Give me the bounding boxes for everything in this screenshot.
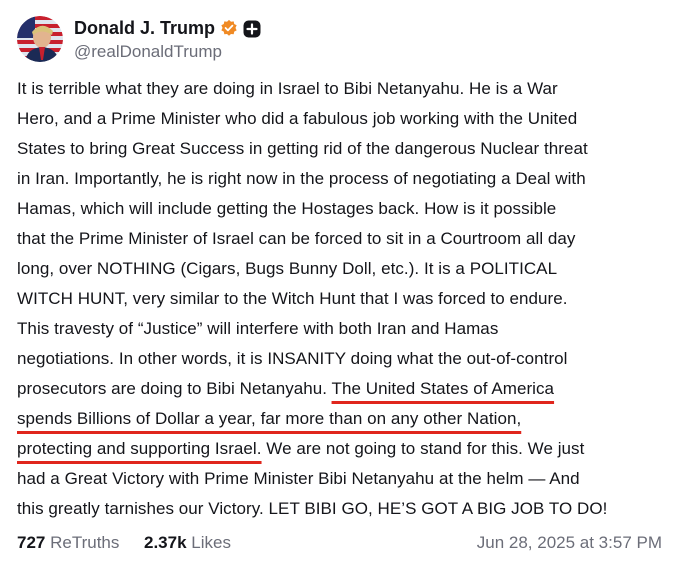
likes-count: 2.37k [144, 533, 187, 552]
verified-badge-icon [220, 19, 238, 37]
plus-badge-icon [243, 20, 261, 37]
post-body: It is terrible what they are doing in Is… [17, 74, 667, 524]
likes-stat[interactable]: 2.37k Likes [144, 533, 231, 553]
post-line: this greatly tarnishes our Victory. LET … [17, 499, 608, 518]
post-line: had a Great Victory with Prime Minister … [17, 469, 580, 488]
post-line: It is terrible what they are doing in Is… [17, 79, 558, 98]
post-line: in Iran. Importantly, he is right now in… [17, 169, 586, 188]
post-line: WITCH HUNT, very similar to the Witch Hu… [17, 289, 568, 308]
author-handle[interactable]: @realDonaldTrump [74, 42, 222, 62]
retruths-stat[interactable]: 727 ReTruths [17, 533, 119, 553]
post-text: prosecutors are doing to Bibi Netanyahu. [17, 379, 332, 398]
avatar-image [17, 16, 63, 62]
post-text: We are not going to stand for this. We j… [261, 439, 585, 458]
retruths-label: ReTruths [50, 533, 120, 552]
post-line: that the Prime Minister of Israel can be… [17, 229, 576, 248]
likes-label: Likes [191, 533, 231, 552]
post-footer: 727 ReTruths 2.37k Likes Jun 28, 2025 at… [17, 533, 662, 557]
post-line: Hamas, which will include getting the Ho… [17, 199, 557, 218]
post-line: protecting and supporting Israel. We are… [17, 434, 667, 464]
retruths-count: 727 [17, 533, 46, 552]
underlined-text: protecting and supporting Israel. [17, 439, 262, 458]
post-line: spends Billions of Dollar a year, far mo… [17, 404, 667, 434]
post-line: long, over NOTHING (Cigars, Bugs Bunny D… [17, 259, 558, 278]
post-line: negotiations. In other words, it is INSA… [17, 349, 568, 368]
post-timestamp[interactable]: Jun 28, 2025 at 3:57 PM [477, 533, 662, 553]
post-line: Hero, and a Prime Minister who did a fab… [17, 109, 578, 128]
underlined-text: The United States of America [331, 379, 555, 398]
post-line: This travesty of “Justice” will interfer… [17, 319, 499, 338]
underlined-text: spends Billions of Dollar a year, far mo… [17, 409, 522, 428]
post-card: Donald J. Trump @realDonaldTrump It is t… [0, 0, 680, 570]
post-line: States to bring Great Success in getting… [17, 139, 588, 158]
post-line: prosecutors are doing to Bibi Netanyahu.… [17, 374, 667, 404]
author-name-row: Donald J. Trump [74, 16, 261, 40]
avatar[interactable] [17, 16, 63, 62]
author-display-name[interactable]: Donald J. Trump [74, 18, 215, 39]
